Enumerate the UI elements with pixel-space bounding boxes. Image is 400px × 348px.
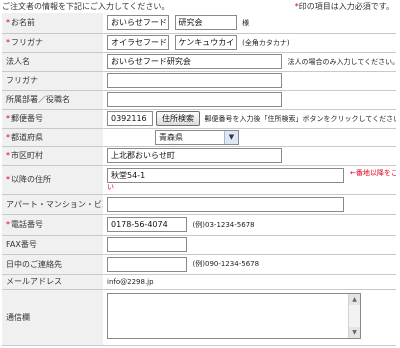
form-intro-text: ご注文者の情報を下記にご入力してください。 — [2, 2, 170, 11]
row-message: 通信欄 ▲ ▼ — [2, 289, 396, 346]
postal-code-input[interactable]: 0392116 — [107, 111, 153, 126]
label-corporation: 法人名 — [2, 52, 103, 72]
corporation-kana-input[interactable] — [107, 73, 282, 88]
first-name-input[interactable]: 研究会 — [174, 15, 237, 31]
label-name: *お名前 — [2, 13, 103, 34]
address-note-overflow: い — [107, 182, 114, 191]
prefecture-select[interactable]: 青森県 ▼ — [155, 129, 239, 145]
address-input[interactable]: 秋堂54-1 — [107, 167, 344, 183]
email-value: info@2298.jp — [107, 278, 154, 286]
row-name: *お名前 おいらせフード 研究会 様 — [2, 13, 396, 34]
last-name-input[interactable]: おいらせフード — [107, 15, 169, 31]
label-email: メールアドレス — [2, 274, 103, 290]
label-postal: *郵便番号 — [2, 109, 103, 129]
postal-hint: 郵便番号を入力後「住所検索」ボタンをクリックしてください。 — [204, 114, 396, 123]
row-address: *以降の住所 秋堂54-1 ←番地以降をご入力くださ い — [2, 165, 396, 195]
label-department: 所属部署／役職名 — [2, 90, 103, 110]
label-building: アパート・マンション・ビル — [2, 194, 103, 215]
row-postal: *郵便番号 0392116 住所検索 郵便番号を入力後「住所検索」ボタンをクリック… — [2, 109, 396, 129]
row-corporation: 法人名 おいらせフード研究会 法人の場合のみ入力してください。 — [2, 52, 396, 72]
scroll-up-icon[interactable]: ▲ — [349, 294, 360, 305]
row-fax: FAX番号 — [2, 235, 396, 255]
fax-input[interactable] — [107, 237, 187, 252]
row-daytime-contact: 日中のご連絡先 (例)090-1234-5678 — [2, 254, 396, 275]
label-message: 通信欄 — [2, 289, 103, 346]
label-furigana: フリガナ — [2, 71, 103, 91]
first-name-kana-input[interactable]: ケンキュウカイ — [174, 35, 237, 50]
row-furigana: フリガナ — [2, 71, 396, 91]
row-furigana-required: *フリガナ オイラセフード ケンキュウカイ (全角カタカナ) — [2, 33, 396, 53]
orderer-form: *お名前 おいらせフード 研究会 様 *フリガナ オイラセフード ケンキュウカイ… — [2, 13, 396, 346]
row-building: アパート・マンション・ビル — [2, 194, 396, 215]
chevron-down-icon: ▼ — [224, 130, 238, 144]
row-phone: *電話番号 0178-56-4074 (例)03-1234-5678 — [2, 214, 396, 236]
required-note: *印の項目は入力必須です。 — [295, 1, 394, 12]
row-city: *市区町村 上北郡おいらせ町 — [2, 146, 396, 166]
row-email: メールアドレス info@2298.jp — [2, 274, 396, 290]
scroll-down-icon[interactable]: ▼ — [349, 327, 360, 338]
row-prefecture: *都道府県 青森県 ▼ — [2, 128, 396, 147]
label-phone: *電話番号 — [2, 214, 103, 236]
last-name-kana-input[interactable]: オイラセフード — [107, 35, 169, 50]
label-address: *以降の住所 — [2, 165, 103, 195]
label-prefecture: *都道府県 — [2, 128, 103, 147]
corporation-input[interactable]: おいらせフード研究会 — [107, 54, 282, 69]
daytime-contact-hint: (例)090-1234-5678 — [192, 260, 260, 268]
address-note: ←番地以降をご入力くださ — [350, 168, 396, 177]
form-header: ご注文者の情報を下記にご入力してください。 *印の項目は入力必須です。 — [0, 0, 400, 13]
label-furigana-required: *フリガナ — [2, 33, 103, 53]
kana-hint: (全角カタカナ) — [242, 38, 290, 47]
department-input[interactable] — [107, 92, 282, 107]
row-department: 所属部署／役職名 — [2, 90, 396, 110]
required-asterisk: * — [6, 18, 10, 28]
required-note-text: 印の項目は入力必須です。 — [298, 2, 394, 11]
message-textarea[interactable]: ▲ ▼ — [107, 293, 361, 339]
name-suffix: 様 — [242, 18, 250, 27]
textarea-scrollbar[interactable]: ▲ ▼ — [348, 294, 360, 338]
label-daytime-contact: 日中のご連絡先 — [2, 254, 103, 275]
label-city: *市区町村 — [2, 146, 103, 166]
phone-input[interactable]: 0178-56-4074 — [107, 217, 187, 232]
address-search-button[interactable]: 住所検索 — [156, 111, 200, 126]
corporation-hint: 法人の場合のみ入力してください。 — [287, 57, 396, 66]
phone-hint: (例)03-1234-5678 — [192, 220, 255, 229]
label-fax: FAX番号 — [2, 235, 103, 255]
city-input[interactable]: 上北郡おいらせ町 — [107, 148, 282, 163]
daytime-contact-input[interactable] — [107, 256, 187, 272]
building-input[interactable] — [107, 196, 344, 212]
